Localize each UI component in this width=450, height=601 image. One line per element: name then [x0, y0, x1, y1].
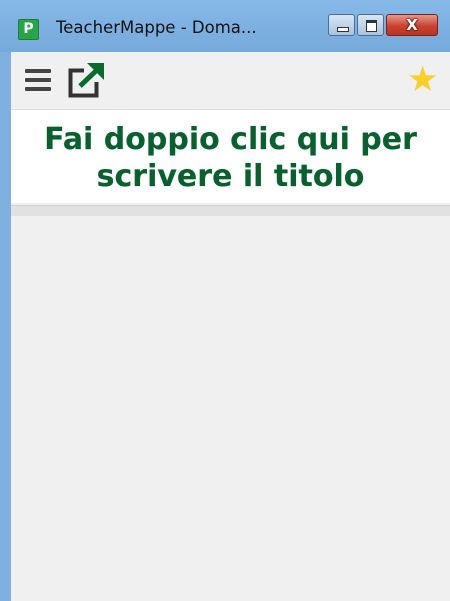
map-title[interactable]: Fai doppio clic qui per scrivere il tito…	[11, 109, 450, 203]
title-bar[interactable]: P TeacherMappe - Doma... X	[0, 0, 450, 52]
map-canvas[interactable]	[11, 216, 450, 601]
app-icon-letter: P	[23, 21, 34, 37]
minimize-button[interactable]	[328, 14, 355, 36]
hamburger-menu-icon[interactable]	[25, 69, 51, 91]
close-icon: X	[406, 16, 418, 34]
app-window: P TeacherMappe - Doma... X ★ Fai doppio …	[0, 0, 450, 601]
client-area: ★ Fai doppio clic qui per scrivere il ti…	[11, 52, 450, 601]
toolbar: ★	[11, 52, 450, 107]
favorite-star-icon[interactable]: ★	[407, 63, 441, 98]
title-divider	[11, 205, 450, 216]
map-title-line-1: Fai doppio clic qui per	[44, 122, 417, 157]
close-button[interactable]: X	[386, 14, 438, 36]
app-icon[interactable]: P	[18, 19, 39, 40]
window-controls: X	[326, 14, 438, 40]
window-title: TeacherMappe - Doma...	[56, 18, 257, 37]
open-in-new-window-icon[interactable]	[68, 62, 106, 98]
maximize-button[interactable]	[357, 14, 384, 36]
map-title-line-2: scrivere il titolo	[96, 159, 365, 194]
